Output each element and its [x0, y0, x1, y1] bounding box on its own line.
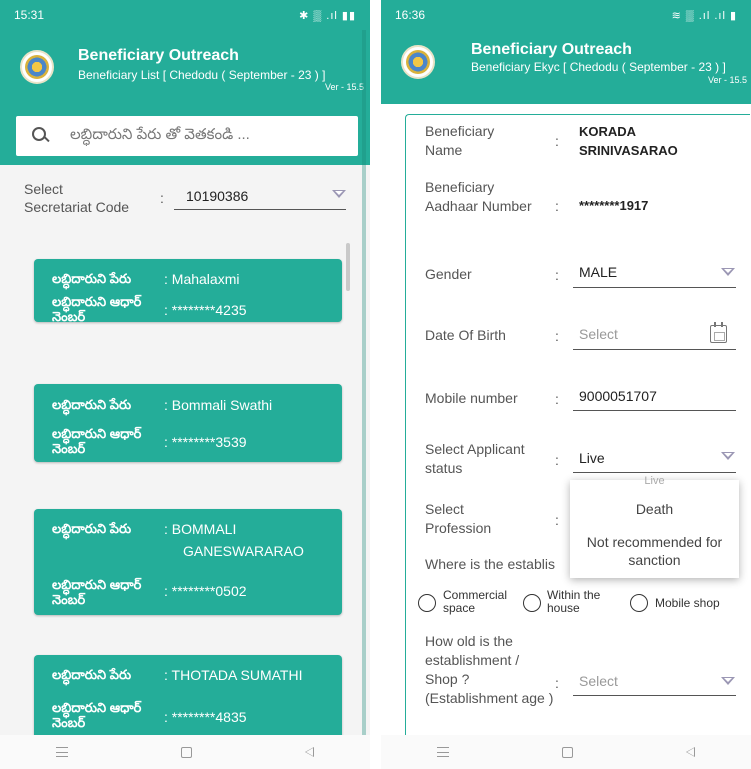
app-subtitle: Beneficiary List [ Chedodu ( September -…: [78, 68, 326, 82]
gender-select[interactable]: MALE: [579, 264, 617, 280]
search-icon[interactable]: [30, 125, 52, 147]
beneficiary-card[interactable]: లబ్ధిదారుని పేరు : THOTADA SUMATHI లబ్ధిద…: [34, 655, 342, 740]
mobile-label: Mobile number: [425, 390, 518, 406]
applicant-status-label: Select Applicant status: [425, 441, 525, 476]
status-time: 16:36: [395, 8, 426, 22]
radio-commercial-space[interactable]: [418, 594, 436, 612]
nav-menu-icon[interactable]: [437, 747, 450, 757]
aadhaar-value: : ********3539: [164, 434, 247, 450]
dob-input[interactable]: Select: [579, 326, 618, 342]
beneficiary-card[interactable]: లబ్ధిదారుని పేరు : BOMMALI GANESWARARAO ల…: [34, 509, 342, 615]
establishment-age-select[interactable]: Select: [579, 673, 618, 689]
secretariat-code-select[interactable]: Select Secretariat Code : 10190386: [24, 180, 350, 220]
applicant-status-select[interactable]: Live: [579, 450, 605, 466]
establishment-age-label: How old is the establishment / Shop ? (E…: [425, 633, 554, 706]
dob-label: Date Of Birth: [425, 327, 506, 343]
nav-menu-icon[interactable]: [56, 747, 69, 757]
aadhaar-label: లబ్ధిదారుని ఆధార్ నెంబర్: [52, 577, 142, 607]
aadhaar-value: : ********0502: [164, 583, 247, 599]
status-icons: ✱ ▒ .ıl ▮▮: [299, 9, 356, 22]
dropdown-arrow-icon[interactable]: [721, 268, 735, 276]
nav-back-icon[interactable]: [304, 747, 314, 757]
app-bar: Beneficiary Outreach Beneficiary List [ …: [0, 30, 370, 165]
aadhaar-value: ********1917: [579, 198, 649, 213]
name-label: లబ్ధిదారుని పేరు: [52, 667, 132, 682]
status-icons: ≋ ▒ .ıl .ıl ▮: [671, 9, 737, 22]
beneficiary-list-screen: 15:31 ✱ ▒ .ıl ▮▮ Beneficiary Outreach Be…: [0, 0, 370, 769]
nav-home-icon[interactable]: [180, 746, 192, 758]
aadhaar-value: : ********4235: [164, 302, 247, 318]
name-value-line2: GANESWARARAO: [183, 543, 304, 559]
radio-label: Within the house: [547, 588, 601, 615]
beneficiary-ekyc-screen: 16:36 ≋ ▒ .ıl .ıl ▮ Beneficiary Outreach…: [381, 0, 751, 769]
version-label: Ver - 15.5: [707, 75, 747, 85]
aadhaar-label: Beneficiary Aadhaar Number: [425, 179, 532, 214]
status-bar: 16:36 ≋ ▒ .ıl .ıl ▮: [381, 0, 751, 30]
aadhaar-label: లబ్ధిదారుని ఆధార్ నెంబర్: [52, 294, 142, 324]
search-input[interactable]: లబ్ధిదారుని పేరు తో వెతకండి ...: [16, 116, 358, 156]
app-subtitle: Beneficiary Ekyc [ Chedodu ( September -…: [471, 60, 726, 74]
dropdown-option-not-recommended[interactable]: Not recommended for sanction: [570, 533, 739, 569]
calendar-icon[interactable]: [710, 322, 727, 343]
status-time: 15:31: [14, 8, 45, 22]
dropdown-arrow-icon[interactable]: [721, 677, 735, 685]
nav-home-icon[interactable]: [561, 746, 573, 758]
scroll-edge: [362, 30, 366, 769]
select-label: Select Secretariat Code: [24, 181, 130, 215]
name-value: : Bommali Swathi: [164, 397, 273, 413]
radio-label: Commercial space: [443, 588, 508, 615]
mobile-input[interactable]: 9000051707: [579, 388, 657, 404]
establishment-question: Where is the establis: [425, 556, 555, 572]
radio-label: Mobile shop: [655, 596, 720, 610]
app-bar: Beneficiary Outreach Beneficiary Ekyc [ …: [381, 30, 751, 104]
name-value: : Mahalaxmi: [164, 271, 240, 287]
status-dropdown-menu: Live Death Not recommended for sanction: [570, 475, 739, 578]
logo-icon: [401, 45, 435, 79]
beneficiary-name-label: Beneficiary Name: [425, 123, 495, 158]
name-label: లబ్ధిదారుని పేరు: [52, 397, 132, 412]
name-value: : BOMMALI: [164, 521, 237, 537]
app-title: Beneficiary Outreach: [78, 47, 239, 64]
dropdown-arrow-icon[interactable]: [332, 190, 346, 198]
dropdown-option-partial[interactable]: Live: [570, 475, 739, 484]
dropdown-arrow-icon[interactable]: [721, 452, 735, 460]
logo-icon: [20, 50, 54, 84]
select-value: 10190386: [186, 188, 249, 204]
beneficiary-card[interactable]: లబ్ధిదారుని పేరు : Mahalaxmi లబ్ధిదారుని …: [34, 259, 342, 324]
search-placeholder: లబ్ధిదారుని పేరు తో వెతకండి ...: [70, 125, 250, 143]
beneficiary-name-value: KORADA SRINIVASARAO: [579, 124, 678, 158]
radio-mobile-shop[interactable]: [630, 594, 648, 612]
name-value: : THOTADA SUMATHI: [164, 667, 303, 683]
gender-label: Gender: [425, 266, 472, 282]
name-label: లబ్ధిదారుని పేరు: [52, 271, 132, 286]
beneficiary-card[interactable]: లబ్ధిదారుని పేరు : Bommali Swathi లబ్ధిదా…: [34, 384, 342, 462]
status-bar: 15:31 ✱ ▒ .ıl ▮▮: [0, 0, 370, 30]
aadhaar-value: : ********4835: [164, 709, 247, 725]
nav-back-icon[interactable]: [685, 747, 695, 757]
navigation-bar: [381, 735, 751, 769]
profession-label: Select Profession: [425, 501, 492, 536]
app-title: Beneficiary Outreach: [471, 41, 632, 58]
dropdown-option-death[interactable]: Death: [570, 501, 739, 517]
name-label: లబ్ధిదారుని పేరు: [52, 521, 132, 536]
scrollbar[interactable]: [346, 243, 350, 291]
aadhaar-label: లబ్ధిదారుని ఆధార్ నెంబర్: [52, 700, 142, 730]
version-label: Ver - 15.5: [324, 82, 364, 92]
navigation-bar: [0, 735, 370, 769]
aadhaar-label: లబ్ధిదారుని ఆధార్ నెంబర్: [52, 426, 142, 456]
radio-within-house[interactable]: [523, 594, 541, 612]
